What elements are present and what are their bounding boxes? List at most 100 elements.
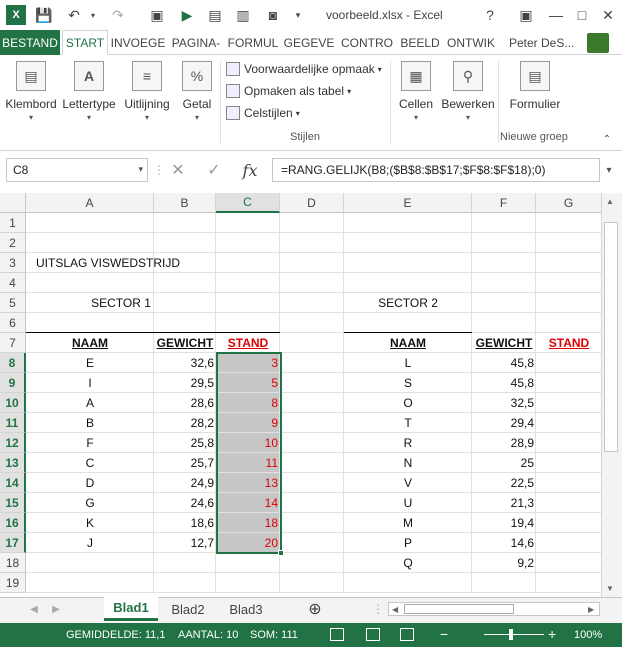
sheet-tab-blad2[interactable]: Blad2 [162, 597, 214, 621]
cell-naam-2[interactable]: O [344, 393, 472, 413]
cell-gewicht[interactable]: 25,8 [154, 433, 216, 453]
cell-gewicht-2[interactable]: 9,2 [472, 553, 536, 573]
row-header-3[interactable]: 3 [0, 253, 26, 273]
zoom-out-button[interactable]: − [440, 626, 448, 642]
cell-naam[interactable]: I [26, 373, 154, 393]
cell-naam-2[interactable]: P [344, 533, 472, 553]
fill-handle[interactable] [278, 550, 284, 556]
excel-icon[interactable]: X [6, 5, 26, 25]
cell-gewicht-2[interactable]: 28,9 [472, 433, 536, 453]
formula-input[interactable]: =RANG.GELIJK(B8;($B$8:$B$17;$F$8:$F$18);… [272, 158, 600, 182]
cell-gewicht[interactable]: 32,6 [154, 353, 216, 373]
tab-bestand[interactable]: BESTAND [0, 30, 60, 55]
cell-gewicht[interactable]: 25,7 [154, 453, 216, 473]
play-icon[interactable]: ▶ [176, 4, 198, 26]
collapse-ribbon-icon[interactable]: ⌃ [598, 128, 616, 150]
row-header-8[interactable]: 8 [0, 353, 26, 373]
add-sheet-button[interactable]: ⊕ [300, 597, 330, 621]
row-header-12[interactable]: 12 [0, 433, 26, 453]
row-header-6[interactable]: 6 [0, 313, 26, 333]
scroll-down-icon[interactable]: ▼ [606, 584, 614, 593]
cell-naam-2[interactable]: M [344, 513, 472, 533]
avatar[interactable] [587, 33, 609, 53]
cell-sector2[interactable]: SECTOR 2 [344, 293, 472, 313]
tab-gegevens[interactable]: GEGEVE [282, 30, 336, 55]
sheet-tab-blad3[interactable]: Blad3 [220, 597, 272, 621]
vertical-scroll-thumb[interactable] [604, 222, 618, 452]
cell-gewicht[interactable]: 28,2 [154, 413, 216, 433]
cell-title[interactable]: UITSLAG VISWEDSTRIJD [26, 253, 216, 273]
column-header-f[interactable]: F [472, 193, 536, 213]
cell-naam[interactable]: J [26, 533, 154, 553]
cell-gewicht-2[interactable]: 45,8 [472, 373, 536, 393]
sheet-tab-blad1[interactable]: Blad1 [104, 597, 158, 621]
cell-gewicht-2[interactable]: 32,5 [472, 393, 536, 413]
form-icon[interactable]: ▤ [204, 4, 226, 26]
row-header-11[interactable]: 11 [0, 413, 26, 433]
screenshot-icon[interactable]: ▣ [146, 4, 168, 26]
column-header-c[interactable]: C [216, 193, 280, 213]
cell-naam-2[interactable]: T [344, 413, 472, 433]
user-name[interactable]: Peter DeS... [509, 30, 574, 55]
klembord-group[interactable]: ▤ Klembord ▾ [4, 59, 58, 122]
cell-naam[interactable]: F [26, 433, 154, 453]
row-header-13[interactable]: 13 [0, 453, 26, 473]
tab-invoegen[interactable]: INVOEGE [110, 30, 166, 55]
confirm-icon[interactable]: ✓ [200, 158, 228, 182]
formula-bar-handle-icon[interactable]: ⋮ [153, 158, 165, 182]
row-header-16[interactable]: 16 [0, 513, 26, 533]
row-header-19[interactable]: 19 [0, 573, 26, 593]
header-stand-2[interactable]: STAND [536, 333, 602, 353]
header-naam-2[interactable]: NAAM [344, 333, 472, 353]
selection-range-c8-c17[interactable] [216, 352, 282, 554]
zoom-in-button[interactable]: + [548, 626, 556, 642]
row-header-1[interactable]: 1 [0, 213, 26, 233]
customize-qat-icon[interactable]: ▾ [290, 4, 306, 26]
select-all-corner[interactable] [0, 193, 26, 213]
cell-naam[interactable]: A [26, 393, 154, 413]
cell-sector1[interactable]: SECTOR 1 [26, 293, 216, 313]
cell-naam[interactable]: D [26, 473, 154, 493]
uitlijning-group[interactable]: ≡ Uitlijning ▾ [120, 59, 174, 122]
cell-naam[interactable]: B [26, 413, 154, 433]
scroll-right-icon[interactable]: ▶ [588, 605, 594, 614]
row-header-17[interactable]: 17 [0, 533, 26, 553]
next-sheet-icon[interactable]: ▶ [48, 597, 64, 621]
formulier-button[interactable]: ▤ Formulier [504, 59, 566, 111]
column-header-g[interactable]: G [536, 193, 602, 213]
horizontal-scroll-thumb[interactable] [404, 604, 514, 614]
column-header-d[interactable]: D [280, 193, 344, 213]
insert-function-button[interactable]: fx [236, 158, 264, 182]
row-header-9[interactable]: 9 [0, 373, 26, 393]
cellen-group[interactable]: ▦ Cellen ▾ [394, 59, 438, 122]
cell-gewicht-2[interactable]: 19,4 [472, 513, 536, 533]
cell-gewicht-2[interactable]: 14,6 [472, 533, 536, 553]
sort-icon[interactable]: ▥ [232, 4, 254, 26]
cell-gewicht[interactable]: 24,6 [154, 493, 216, 513]
cancel-icon[interactable]: ✕ [164, 158, 192, 182]
minimize-button[interactable]: — [544, 4, 568, 26]
column-header-e[interactable]: E [344, 193, 472, 213]
cell-naam[interactable]: G [26, 493, 154, 513]
scroll-up-icon[interactable]: ▲ [606, 197, 614, 206]
row-header-18[interactable]: 18 [0, 553, 26, 573]
row-header-15[interactable]: 15 [0, 493, 26, 513]
close-button[interactable]: ✕ [596, 4, 620, 26]
cell-gewicht-2[interactable]: 45,8 [472, 353, 536, 373]
worksheet-grid[interactable]: A B C D E F G 1 2 3 4 5 6 7 8 9 10 11 12 13 14 15 16 17 18 19 UITS… [0, 193, 622, 597]
bewerken-group[interactable]: ⚲ Bewerken ▾ [440, 59, 496, 122]
restore-button[interactable]: □ [570, 4, 594, 26]
cell-gewicht-2[interactable]: 22,5 [472, 473, 536, 493]
cell-naam-2[interactable]: R [344, 433, 472, 453]
format-as-table-button[interactable]: Opmaken als tabel ▾ [226, 81, 351, 101]
save-icon[interactable]: 💾 [32, 4, 56, 26]
cell-naam[interactable]: E [26, 353, 154, 373]
header-gewicht[interactable]: GEWICHT [154, 333, 216, 353]
tab-controleren[interactable]: CONTRO [338, 30, 396, 55]
tab-pagina[interactable]: PAGINA- [168, 30, 224, 55]
page-break-view-icon[interactable] [400, 628, 414, 641]
cell-gewicht-2[interactable]: 21,3 [472, 493, 536, 513]
row-header-14[interactable]: 14 [0, 473, 26, 493]
tab-split-handle-icon[interactable]: ⋮ [372, 597, 384, 621]
row-header-2[interactable]: 2 [0, 233, 26, 253]
